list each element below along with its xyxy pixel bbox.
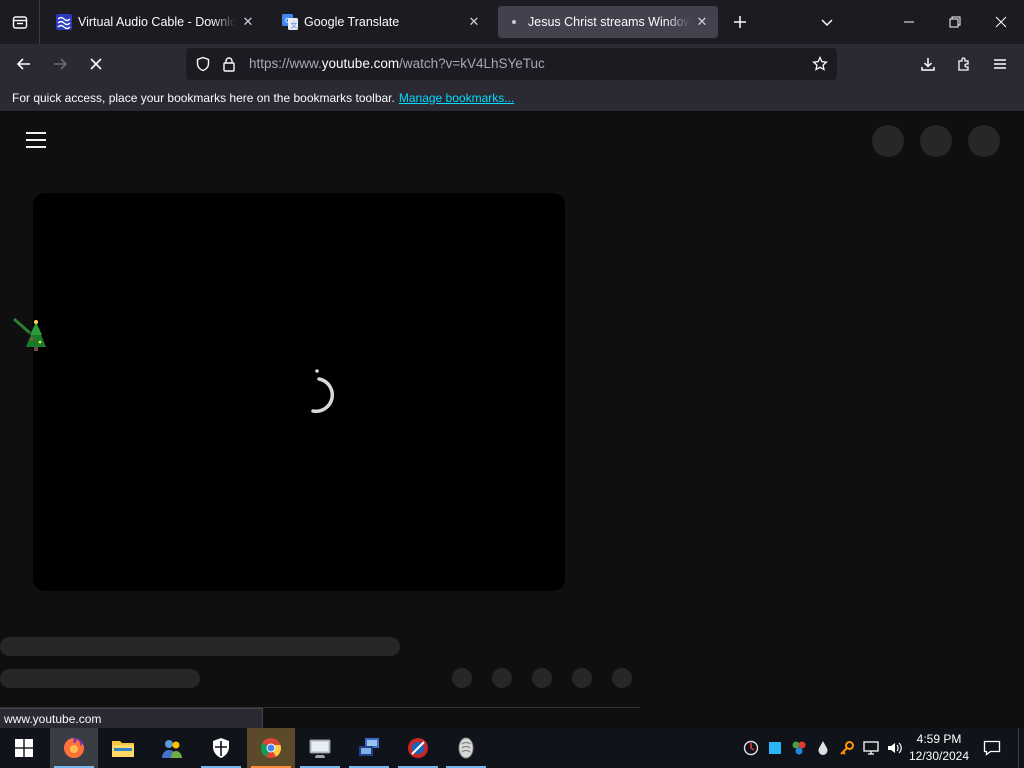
- firefox-view-icon: [12, 16, 27, 29]
- close-tab-icon[interactable]: ✕: [466, 14, 482, 30]
- manage-bookmarks-link[interactable]: Manage bookmarks...: [399, 91, 514, 105]
- lock-icon[interactable]: [222, 56, 236, 77]
- video-player[interactable]: [33, 193, 565, 591]
- remote-desktop-icon: [359, 738, 379, 756]
- back-button[interactable]: [10, 50, 38, 78]
- google-translate-icon: G文: [282, 14, 298, 30]
- stop-loading-button[interactable]: [82, 50, 110, 78]
- skeleton-title-line: [0, 637, 400, 656]
- loading-spinner-icon: [311, 369, 335, 414]
- chevron-down-icon: [821, 19, 833, 27]
- bookmarks-toolbar: For quick access, place your bookmarks h…: [0, 84, 1024, 112]
- people-app-icon: [162, 740, 182, 758]
- hamburger-menu-icon: [994, 59, 1006, 69]
- skeleton-header-button: [872, 125, 904, 157]
- file-explorer-icon: [112, 741, 134, 757]
- bookmark-star-icon[interactable]: [812, 55, 828, 77]
- extensions-button[interactable]: [950, 50, 978, 78]
- close-tab-icon[interactable]: ✕: [240, 14, 256, 30]
- show-desktop-button[interactable]: [1018, 728, 1024, 768]
- firefox-view-button[interactable]: [0, 0, 40, 44]
- start-button[interactable]: [0, 728, 48, 768]
- chrome-icon: [260, 738, 281, 758]
- taskbar-file-explorer[interactable]: [99, 728, 147, 768]
- tracking-protection-shield-icon[interactable]: [195, 56, 211, 77]
- skeleton-channel-line: [0, 669, 200, 688]
- bookmarks-toolbar-message: For quick access, place your bookmarks h…: [12, 90, 395, 105]
- list-all-tabs-button[interactable]: [815, 10, 839, 34]
- taskbar-media-app[interactable]: [394, 728, 442, 768]
- tray-blue-square-icon[interactable]: [767, 740, 783, 756]
- arrow-right-icon: [54, 58, 68, 70]
- tab-strip: Virtual Audio Cable - Download ✕ G文 Goog…: [0, 0, 1024, 44]
- minimize-button[interactable]: [886, 0, 932, 44]
- tab-title: Virtual Audio Cable - Download: [78, 15, 236, 29]
- clock-time: 4:59 PM: [916, 732, 962, 746]
- tab-title: Jesus Christ streams Windows 8: [528, 15, 690, 29]
- firefox-icon: [64, 738, 84, 758]
- tab-virtual-audio-cable[interactable]: Virtual Audio Cable - Download ✕: [48, 6, 264, 38]
- windows-logo-icon: [15, 739, 33, 757]
- christmas-tree-cursor-icon: [13, 317, 46, 351]
- navigation-toolbar: https://www.youtube.com/watch?v=kV4LhSYe…: [0, 44, 1024, 84]
- restore-button[interactable]: [932, 0, 978, 44]
- skeleton-avatar: [968, 125, 1000, 157]
- misc-app-icon: [458, 737, 474, 759]
- tray-update-icon[interactable]: [743, 740, 759, 756]
- close-icon: [995, 16, 1007, 28]
- page-content: [0, 113, 1024, 728]
- taskbar-chrome[interactable]: [247, 728, 295, 768]
- taskbar-misc-app[interactable]: [442, 728, 490, 768]
- windows-security-icon: [213, 738, 229, 758]
- tab-youtube-active[interactable]: Jesus Christ streams Windows 8 ✕: [498, 6, 718, 38]
- new-tab-button[interactable]: [728, 10, 752, 34]
- skeleton-action-button: [572, 668, 592, 688]
- taskbar-clock[interactable]: 4:59 PM 12/30/2024: [904, 731, 974, 765]
- tray-network-icon[interactable]: [863, 740, 879, 756]
- taskbar-firefox[interactable]: [50, 728, 98, 768]
- vac-icon: [56, 14, 72, 30]
- tab-google-translate[interactable]: G文 Google Translate ✕: [274, 6, 490, 38]
- skeleton-action-button: [612, 668, 632, 688]
- arrow-left-icon: [16, 58, 30, 70]
- tray-volume-icon[interactable]: [887, 740, 903, 756]
- url-bar[interactable]: https://www.youtube.com/watch?v=kV4LhSYe…: [186, 48, 837, 80]
- stop-icon: [90, 58, 102, 70]
- network-app-icon: [309, 739, 331, 758]
- taskbar-people-app[interactable]: [148, 728, 196, 768]
- skeleton-header-button: [920, 125, 952, 157]
- tray-key-icon[interactable]: [839, 740, 855, 756]
- skeleton-action-button: [532, 668, 552, 688]
- media-app-icon: [408, 738, 428, 758]
- url-path: /watch?v=kV4LhSYeTuc: [399, 56, 545, 71]
- app-menu-button[interactable]: [986, 50, 1014, 78]
- downloads-button[interactable]: [914, 50, 942, 78]
- tray-recycle-icon[interactable]: [791, 740, 807, 756]
- taskbar-windows-security[interactable]: [197, 728, 245, 768]
- puzzle-icon: [958, 57, 969, 71]
- minimize-icon: [904, 21, 914, 23]
- restore-icon: [949, 16, 961, 28]
- forward-button: [46, 50, 74, 78]
- youtube-guide-menu-icon[interactable]: [26, 132, 46, 148]
- windows-taskbar: 4:59 PM 12/30/2024: [0, 728, 1024, 768]
- taskbar-remote-desktop[interactable]: [345, 728, 393, 768]
- status-panel-url: www.youtube.com: [0, 708, 263, 728]
- taskbar-network-app[interactable]: [296, 728, 344, 768]
- url-text[interactable]: https://www.youtube.com/watch?v=kV4LhSYe…: [249, 56, 545, 71]
- clock-date: 12/30/2024: [908, 749, 970, 763]
- tab-title: Google Translate: [304, 15, 400, 29]
- tray-drop-icon[interactable]: [815, 740, 831, 756]
- close-window-button[interactable]: [978, 0, 1024, 44]
- url-domain: youtube.com: [321, 56, 400, 71]
- plus-icon: [734, 16, 746, 28]
- close-tab-icon[interactable]: ✕: [694, 14, 710, 30]
- skeleton-action-button: [452, 668, 472, 688]
- svg-text:文: 文: [291, 21, 298, 30]
- loading-dot-icon: [506, 14, 522, 30]
- url-prefix: https://www.: [249, 56, 322, 71]
- download-icon: [921, 58, 935, 71]
- action-center-icon[interactable]: [983, 739, 1001, 757]
- skeleton-action-button: [492, 668, 512, 688]
